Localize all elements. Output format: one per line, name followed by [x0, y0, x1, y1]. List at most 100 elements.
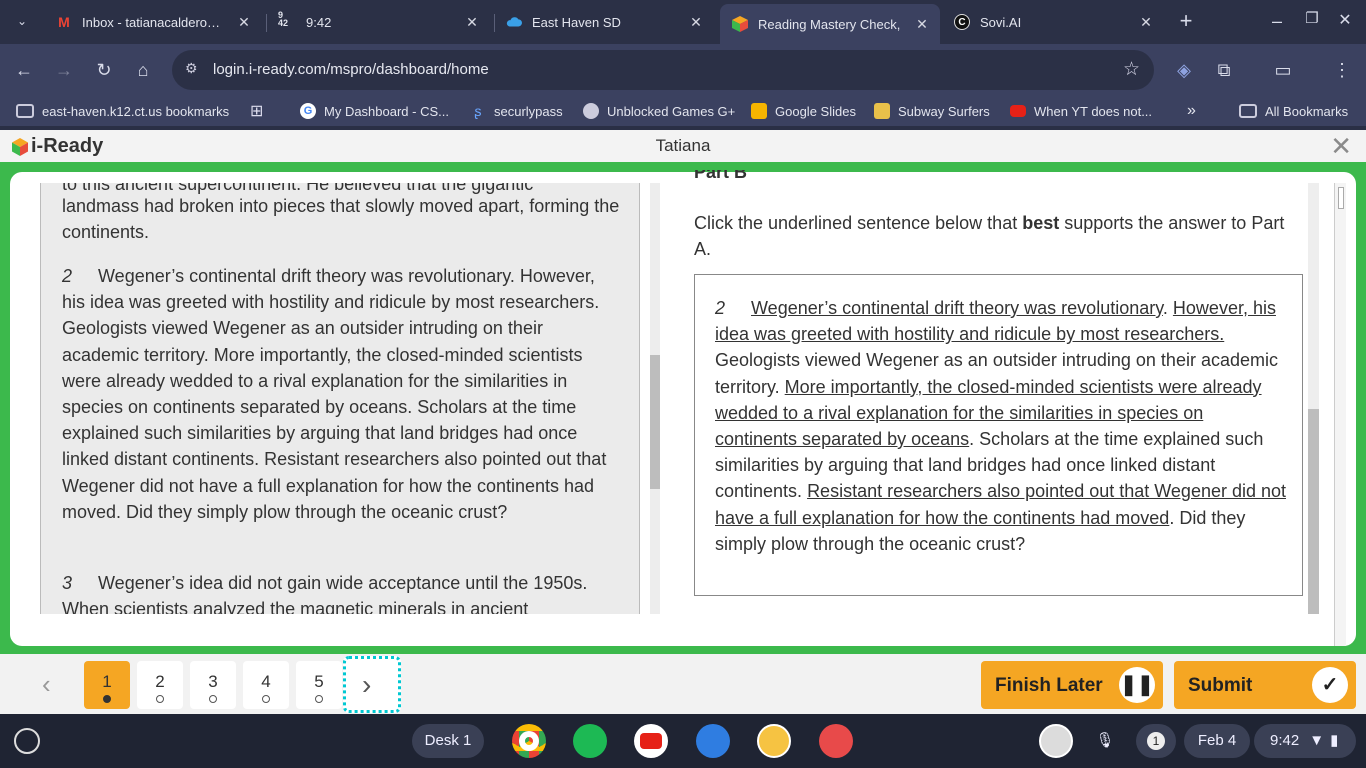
tab-title: East Haven SD	[532, 14, 621, 30]
home-icon[interactable]: ⌂	[131, 58, 155, 82]
canvas-paint-icon[interactable]	[819, 724, 853, 758]
youtube-app-icon[interactable]	[634, 724, 668, 758]
sovi-icon: C	[954, 14, 970, 30]
tab-sovi[interactable]: C Sovi.AI ✕	[942, 6, 1164, 38]
previous-question-icon[interactable]: ‹	[42, 670, 51, 698]
bookmark-star-icon[interactable]: ☆	[1123, 58, 1140, 81]
passage-panel[interactable]: to this ancient supercontinent. He belie…	[40, 183, 640, 614]
paragraph-number: 3	[62, 573, 73, 593]
extensions-icon[interactable]: ⧉	[1212, 58, 1236, 82]
minimize-icon[interactable]: –	[1265, 9, 1289, 33]
microphone-icon[interactable]: 🎙	[1088, 724, 1122, 758]
scrollbar-thumb[interactable]	[1338, 187, 1344, 209]
apps-grid-icon[interactable]: ⊞	[250, 102, 263, 120]
bookmark-subway-surfers[interactable]: Subway Surfers	[874, 102, 990, 120]
new-tab-icon[interactable]: +	[1174, 9, 1198, 33]
close-tab-icon[interactable]: ✕	[688, 13, 704, 31]
back-icon[interactable]: ←	[12, 58, 36, 82]
question-2-button[interactable]: 2	[137, 661, 183, 709]
bookmark-label: My Dashboard - CS...	[324, 103, 449, 119]
bookmark-securlypass[interactable]: ʂ securlypass	[470, 102, 563, 120]
pause-icon: ❚❚	[1119, 667, 1155, 703]
tab-east-haven[interactable]: East Haven SD ✕	[494, 6, 714, 38]
bookmark-dashboard[interactable]: G My Dashboard - CS...	[300, 102, 449, 120]
all-bookmarks[interactable]: All Bookmarks	[1239, 102, 1348, 120]
question-scrollbar[interactable]	[1308, 183, 1319, 614]
sentence-option-1[interactable]: Wegener’s continental drift theory was r…	[751, 298, 1163, 318]
gmail-icon: M	[58, 14, 70, 30]
next-question-button[interactable]: ›	[343, 656, 401, 713]
tab-title: Sovi.AI	[980, 14, 1022, 30]
clock-time: 9:42	[1270, 732, 1300, 749]
close-tab-icon[interactable]: ✕	[236, 13, 252, 31]
launcher-icon[interactable]	[14, 728, 40, 754]
tab-gmail[interactable]: M Inbox - tatianacalderon@ ✕	[44, 6, 262, 38]
bookmark-label: Subway Surfers	[898, 103, 990, 119]
browser-tab-strip: ⌄ M Inbox - tatianacalderon@ ✕ 9 42 9:42 …	[0, 0, 1366, 44]
question-4-button[interactable]: 4	[243, 661, 289, 709]
spotify-icon[interactable]	[573, 724, 607, 758]
bookmarks-bar: east-haven.k12.ct.us bookmarks ⊞ G My Das…	[0, 96, 1366, 126]
close-window-icon[interactable]: ✕	[1333, 9, 1357, 33]
slides-icon	[751, 103, 767, 119]
question-3-button[interactable]: 3	[190, 661, 236, 709]
answer-paragraph-box: 2 Wegener’s continental drift theory was …	[694, 274, 1303, 596]
tab-separator	[266, 14, 267, 32]
tab-search-chevron-icon[interactable]: ⌄	[10, 9, 34, 33]
iready-header: i-Ready Tatiana ✕	[0, 130, 1366, 162]
bookmark-label: When YT does not...	[1034, 103, 1153, 119]
site-info-icon[interactable]: ⚙	[185, 60, 198, 77]
part-label-clipped: Part B	[694, 170, 748, 182]
shield-icon[interactable]: ◈	[1172, 58, 1196, 82]
question-5-button[interactable]: 5	[296, 661, 342, 709]
bookmark-unblocked-games[interactable]: Unblocked Games G+	[583, 102, 735, 120]
status-tray[interactable]: 9:42 ▼ ▮	[1254, 724, 1356, 758]
scrollbar-thumb[interactable]	[650, 355, 660, 489]
button-label: Submit	[1188, 675, 1253, 696]
paragraph-number: 2	[62, 266, 73, 286]
forward-icon[interactable]: →	[52, 58, 76, 82]
cast-icon[interactable]: ▭	[1271, 58, 1295, 82]
bookmark-label: east-haven.k12.ct.us bookmarks	[42, 103, 230, 119]
browser-toolbar: ← → ↻ ⌂ ⚙ login.i-ready.com/mspro/dashbo…	[0, 44, 1366, 96]
reload-icon[interactable]: ↻	[92, 58, 116, 82]
chrome-icon[interactable]	[512, 724, 546, 758]
page-scrollbar[interactable]	[1334, 183, 1346, 646]
google-icon: G	[300, 103, 316, 119]
avatar[interactable]	[1039, 724, 1073, 758]
youtube-icon	[1010, 105, 1026, 117]
pbs-kids-icon[interactable]	[757, 724, 791, 758]
close-lesson-icon[interactable]: ✕	[1330, 132, 1352, 160]
notification-badge[interactable]: 1	[1136, 724, 1176, 758]
question-1-button[interactable]: 1	[84, 661, 130, 709]
scrollbar-thumb[interactable]	[1308, 409, 1319, 614]
more-bookmarks-icon[interactable]: »	[1187, 102, 1196, 120]
date-display[interactable]: Feb 4	[1184, 724, 1250, 758]
close-tab-icon[interactable]: ✕	[914, 15, 930, 33]
folder-icon	[16, 104, 34, 118]
close-tab-icon[interactable]: ✕	[1138, 13, 1154, 31]
bookmark-folder-east-haven[interactable]: east-haven.k12.ct.us bookmarks	[16, 102, 229, 120]
sentence-text: .	[1162, 298, 1173, 318]
menu-dots-icon[interactable]: ⋮	[1330, 58, 1354, 82]
tab-reading-mastery[interactable]: Reading Mastery Check, ✕	[720, 4, 940, 44]
restore-icon[interactable]: ❐	[1300, 7, 1324, 31]
finish-later-button[interactable]: Finish Later ❚❚	[981, 661, 1163, 709]
submit-button[interactable]: Submit ✓	[1174, 661, 1356, 709]
tab-title: Inbox - tatianacalderon@	[82, 14, 222, 30]
bookmark-google-slides[interactable]: Google Slides	[751, 102, 856, 120]
subway-surfers-icon	[874, 103, 890, 119]
bookmark-when-yt[interactable]: When YT does not...	[1010, 102, 1152, 120]
question-prompt: Click the underlined sentence below that…	[694, 213, 1285, 259]
close-tab-icon[interactable]: ✕	[464, 13, 480, 31]
student-name: Tatiana	[655, 136, 711, 155]
tab-title: 9:42	[306, 14, 332, 30]
address-bar[interactable]: ⚙ login.i-ready.com/mspro/dashboard/home…	[172, 50, 1154, 90]
cloud-icon	[506, 14, 522, 30]
camera-icon[interactable]	[696, 724, 730, 758]
passage-scrollbar[interactable]	[650, 183, 660, 614]
bookmark-label: Google Slides	[775, 103, 856, 119]
battery-icon: ▮	[1330, 732, 1339, 749]
desk-button[interactable]: Desk 1	[412, 724, 484, 758]
tab-clock[interactable]: 9 42 9:42 ✕	[268, 6, 490, 38]
